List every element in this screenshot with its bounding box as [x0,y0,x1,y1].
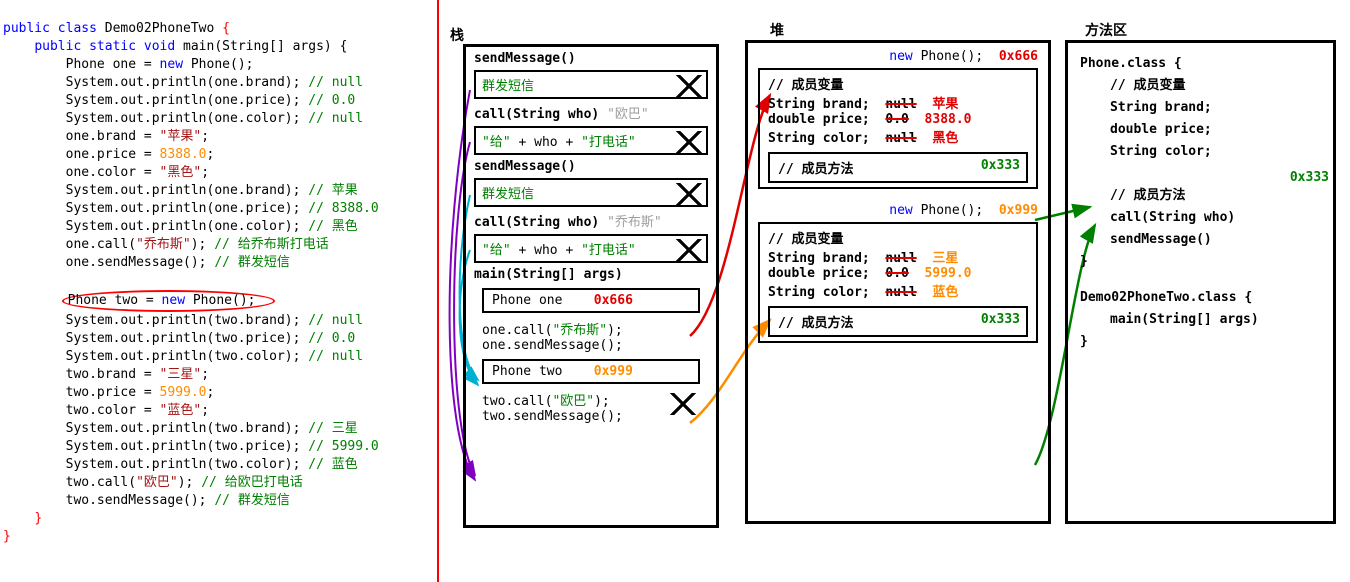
frame-sendmessage-1: sendMessage() [474,51,708,66]
method-area-header: 方法区 [1085,20,1127,40]
obj2-methods: // 成员方法0x333 [768,306,1028,337]
obj1-price: double price; 0.0 8388.0 [768,112,1028,127]
stack-header: 栈 [450,25,464,45]
obj2-color: String color; null 蓝色 [768,281,1028,300]
heap-frame: new Phone(); 0x666 // 成员变量 String brand;… [745,40,1051,524]
obj1-memvar-label: // 成员变量 [768,74,1028,93]
frame-sendmessage-2: sendMessage() [474,159,708,174]
stack-frame: sendMessage() 群发短信 call(String who) "欧巴"… [463,44,719,528]
local-one: Phone one 0x666 [482,288,700,313]
frame-call-2: call(String who) "乔布斯" [474,211,708,230]
obj1-brand: String brand; null 苹果 [768,93,1028,112]
obj2-memvar-label: // 成员变量 [768,228,1028,247]
call-two-lines: two.call("欧巴"); two.sendMessage(); [482,390,700,424]
heap-object-2: // 成员变量 String brand; null 三星 double pri… [758,222,1038,343]
demo-class-block: Demo02PhoneTwo.class { main(String[] arg… [1080,287,1321,353]
obj2-price: double price; 0.0 5999.0 [768,266,1028,281]
obj1-methods: // 成员方法0x333 [768,152,1028,183]
obj1-color: String color; null 黑色 [768,127,1028,146]
frame-call-1-body: "给" + who + "打电话" [474,126,708,155]
heap-header: 堆 [770,20,784,40]
frame-sendmessage-2-body: 群发短信 [474,178,708,207]
source-code: public class Demo02PhoneTwo { public sta… [3,2,433,546]
call-one-lines: one.call("乔布斯"); one.sendMessage(); [482,319,700,353]
phone-class-block: Phone.class { // 成员变量 String brand; doub… [1080,53,1321,273]
local-two: Phone two 0x999 [482,359,700,384]
frame-main: main(String[] args) [474,267,708,282]
obj2-brand: String brand; null 三星 [768,247,1028,266]
heap-object-1: // 成员变量 String brand; null 苹果 double pri… [758,68,1038,189]
heap-new-1: new Phone(); 0x666 [748,49,1038,64]
frame-call-1: call(String who) "欧巴" [474,103,708,122]
method-area-frame: Phone.class { // 成员变量 String brand; doub… [1065,40,1336,524]
heap-new-2: new Phone(); 0x999 [748,203,1038,218]
frame-sendmessage-1-body: 群发短信 [474,70,708,99]
frame-call-2-body: "给" + who + "打电话" [474,234,708,263]
